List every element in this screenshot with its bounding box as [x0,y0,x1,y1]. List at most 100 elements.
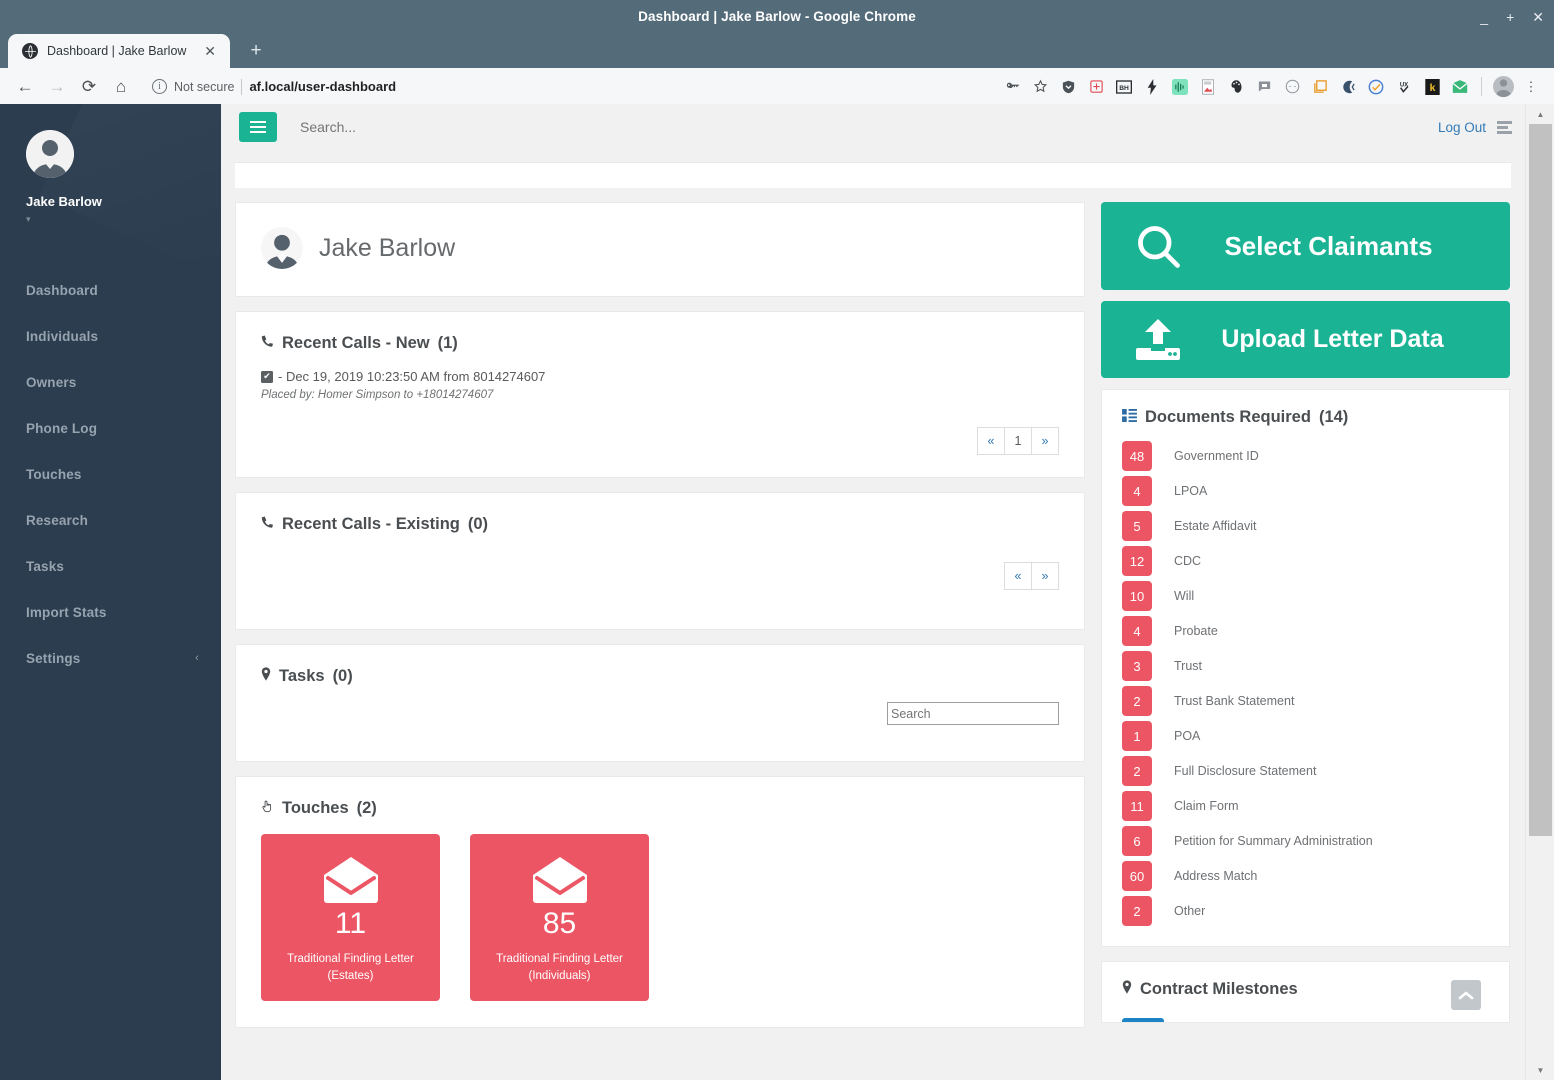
search-input[interactable] [300,112,600,142]
select-claimants-button[interactable]: Select Claimants [1101,202,1510,290]
page-scrollbar[interactable]: ▲ ▼ [1525,104,1554,1080]
sidebar-item-touches[interactable]: Touches [0,451,221,497]
touch-card[interactable]: 11 Traditional Finding Letter (Estates) [261,834,440,1001]
sidebar-profile[interactable]: Jake Barlow ▾ [0,104,221,259]
document-row[interactable]: 48 Government ID [1122,441,1489,471]
profile-avatar-icon[interactable] [1490,74,1516,100]
document-label: Estate Affidavit [1174,519,1257,533]
ux-icon[interactable]: UX [1391,74,1417,100]
recent-calls-existing-header: Recent Calls - Existing (0) [261,515,1059,534]
document-row[interactable]: 11 Claim Form [1122,791,1489,821]
sidebar-item-research[interactable]: Research [0,497,221,543]
document-label: Probate [1174,624,1218,638]
list-lines-icon[interactable] [1497,120,1512,134]
back-icon[interactable]: ← [10,72,40,102]
waveform-icon[interactable] [1167,74,1193,100]
touch-card[interactable]: 85 Traditional Finding Letter (Individua… [470,834,649,1001]
tasks-header: Tasks (0) [261,667,1059,686]
document-count-badge: 3 [1122,651,1152,681]
document-row[interactable]: 2 Other [1122,896,1489,926]
circle-icon[interactable] [1279,74,1305,100]
sidebar-item-import-stats[interactable]: Import Stats [0,589,221,635]
pager-next-button[interactable]: » [1031,427,1059,455]
browser-tab[interactable]: Dashboard | Jake Barlow ✕ [8,34,230,68]
document-row[interactable]: 3 Trust [1122,651,1489,681]
home-icon[interactable]: ⌂ [106,72,136,102]
document-row[interactable]: 6 Petition for Summary Administration [1122,826,1489,856]
document-row[interactable]: 4 Probate [1122,616,1489,646]
pager-prev-button[interactable]: « [977,427,1005,455]
pager-page-1[interactable]: 1 [1004,427,1032,455]
star-bookmark-icon[interactable] [1027,74,1053,100]
paint-icon[interactable] [1223,74,1249,100]
document-row[interactable]: 12 CDC [1122,546,1489,576]
k-icon[interactable]: k [1419,74,1445,100]
scrollbar-up-arrow[interactable]: ▲ [1526,106,1554,122]
lightning-icon[interactable] [1139,74,1165,100]
sidebar-item-dashboard[interactable]: Dashboard [0,267,221,313]
sidebar-item-label: Tasks [26,558,65,574]
sidebar-item-tasks[interactable]: Tasks [0,543,221,589]
scroll-to-top-button[interactable] [1451,980,1481,1010]
document-label: POA [1174,729,1201,743]
browser-tabstrip: Dashboard | Jake Barlow ✕ + [0,33,1554,68]
bh-icon[interactable]: BH [1111,74,1137,100]
document-count-badge: 2 [1122,756,1152,786]
medkit-icon[interactable] [1083,74,1109,100]
document-row[interactable]: 60 Address Match [1122,861,1489,891]
shield-icon[interactable] [1055,74,1081,100]
sidebar-item-individuals[interactable]: Individuals [0,313,221,359]
phone-icon [261,515,274,532]
document-row[interactable]: 5 Estate Affidavit [1122,511,1489,541]
maximize-button[interactable]: + [1506,10,1514,24]
moon-icon[interactable] [1335,74,1361,100]
check-circle-icon[interactable] [1363,74,1389,100]
logout-link[interactable]: Log Out [1438,120,1486,135]
pager-next-button[interactable]: » [1031,562,1059,590]
user-avatar-icon [261,227,303,269]
pager-prev-button[interactable]: « [1004,562,1032,590]
document-row[interactable]: 2 Trust Bank Statement [1122,686,1489,716]
document-row[interactable]: 4 LPOA [1122,476,1489,506]
sidebar-item-owners[interactable]: Owners [0,359,221,405]
recent-calls-new-panel: Recent Calls - New (1) ✔ - Dec 19, 2019 … [235,311,1085,478]
app-topbar: Log Out [221,104,1554,150]
sidebar-user-name: Jake Barlow [26,194,102,209]
panel-title: Touches [282,799,349,817]
scrollbar-thumb[interactable] [1529,124,1552,836]
window-icon[interactable] [1307,74,1333,100]
address-bar[interactable]: i Not secure af.local/user-dashboard [144,73,997,101]
document-row[interactable]: 2 Full Disclosure Statement [1122,756,1489,786]
security-status-label: Not secure [174,79,235,94]
page-title: Jake Barlow [319,233,456,262]
document-row[interactable]: 1 POA [1122,721,1489,751]
touch-card-value: 11 [334,907,367,940]
tasks-search-input[interactable] [887,702,1059,725]
reload-icon[interactable]: ⟳ [74,72,104,102]
mail-icon[interactable] [1447,74,1473,100]
menu-toggle-button[interactable] [239,112,277,142]
close-tab-icon[interactable]: ✕ [200,44,220,58]
close-window-button[interactable]: ✕ [1532,10,1544,24]
milestone-button-partial[interactable] [1122,1018,1164,1022]
chat-icon[interactable] [1251,74,1277,100]
sidebar-item-phone-log[interactable]: Phone Log [0,405,221,451]
scrollbar-down-arrow[interactable]: ▼ [1526,1062,1554,1078]
envelope-open-icon [531,856,589,903]
chevron-down-icon[interactable]: ▾ [26,214,221,225]
forward-icon[interactable]: → [42,72,72,102]
info-icon[interactable]: i [152,79,167,94]
chrome-menu-icon[interactable]: ⋮ [1518,74,1544,100]
pdf-icon[interactable] [1195,74,1221,100]
browser-tab-title: Dashboard | Jake Barlow [47,44,187,58]
sidebar-item-label: Phone Log [26,420,98,436]
upload-letter-data-button[interactable]: Upload Letter Data [1101,301,1510,378]
new-tab-button[interactable]: + [242,37,270,65]
document-row[interactable]: 10 Will [1122,581,1489,611]
key-icon[interactable] [999,74,1025,100]
checkbox-checked-icon[interactable]: ✔ [261,370,273,383]
sidebar-item-settings[interactable]: Settings ‹ [0,635,221,681]
call-list-item[interactable]: ✔ - Dec 19, 2019 10:23:50 AM from 801427… [261,369,1059,384]
minimize-button[interactable]: _ [1480,10,1488,24]
document-count-badge: 2 [1122,686,1152,716]
